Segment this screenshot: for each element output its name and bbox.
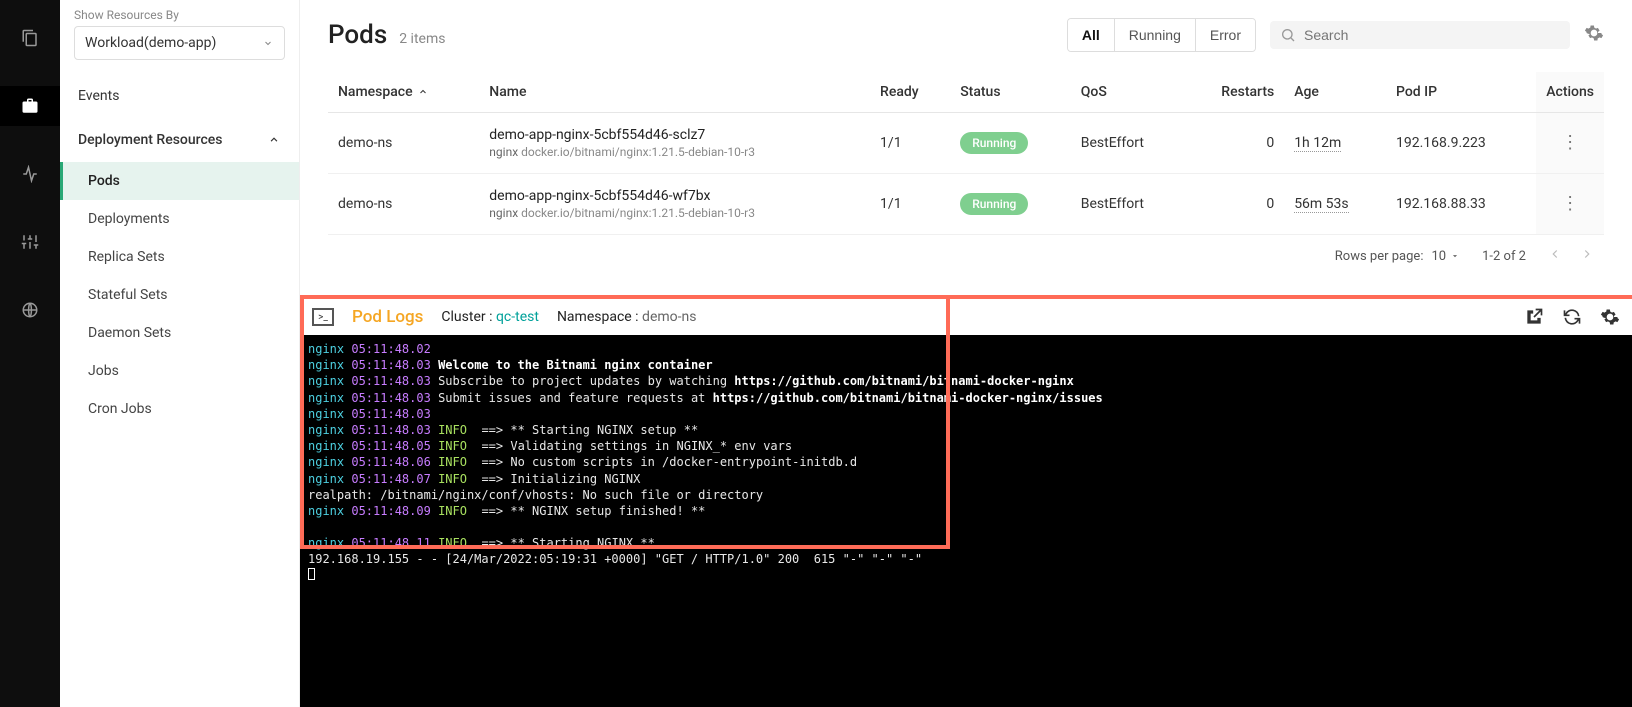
table-row[interactable]: demo-nsdemo-app-nginx-5cbf554d46-wf7bxng…: [328, 174, 1604, 235]
sidebar-item-replica-sets[interactable]: Replica Sets: [60, 238, 299, 276]
workload-select[interactable]: Workload(demo-app): [74, 26, 285, 60]
status-filter-group: AllRunningError: [1067, 18, 1256, 52]
search-icon: [1280, 27, 1296, 43]
col-podip[interactable]: Pod IP: [1386, 72, 1536, 113]
sidebar-item-events[interactable]: Events: [60, 74, 299, 118]
log-panel: >_ Pod Logs Cluster : qc-test Namespace …: [300, 295, 1632, 707]
nav-copy-icon[interactable]: [0, 18, 60, 58]
page-prev[interactable]: [1548, 247, 1562, 265]
sidebar-item-cron-jobs[interactable]: Cron Jobs: [60, 390, 299, 428]
page-range: 1-2 of 2: [1482, 249, 1526, 264]
table-footer: Rows per page: 10 1-2 of 2: [328, 235, 1604, 277]
cell-age: 56m 53s: [1284, 174, 1386, 235]
sidebar: Show Resources By Workload(demo-app) Eve…: [60, 0, 300, 707]
col-restarts[interactable]: Restarts: [1185, 72, 1285, 113]
refresh-icon[interactable]: [1562, 307, 1582, 327]
page-next[interactable]: [1580, 247, 1594, 265]
search-box[interactable]: [1270, 21, 1570, 49]
row-actions[interactable]: ⋮: [1536, 174, 1604, 235]
col-ready[interactable]: Ready: [870, 72, 950, 113]
cell-name: demo-app-nginx-5cbf554d46-wf7bxnginx doc…: [479, 174, 870, 235]
col-name[interactable]: Name: [479, 72, 870, 113]
kebab-icon: ⋮: [1561, 193, 1579, 214]
cell-qos: BestEffort: [1071, 174, 1185, 235]
log-output[interactable]: nginx 05:11:48.02 nginx 05:11:48.03 Welc…: [300, 335, 1632, 707]
rpp-select[interactable]: 10: [1431, 249, 1460, 264]
col-actions: Actions: [1536, 72, 1604, 113]
cell-restarts: 0: [1185, 174, 1285, 235]
namespace-label: Namespace :: [557, 309, 639, 325]
cell-age: 1h 12m: [1284, 113, 1386, 174]
chevron-down-icon: [262, 37, 274, 49]
table-row[interactable]: demo-nsdemo-app-nginx-5cbf554d46-sclz7ng…: [328, 113, 1604, 174]
filter-error[interactable]: Error: [1195, 19, 1255, 51]
cell-status: Running: [950, 113, 1071, 174]
cell-ready: 1/1: [870, 174, 950, 235]
sidebar-item-stateful-sets[interactable]: Stateful Sets: [60, 276, 299, 314]
log-header: >_ Pod Logs Cluster : qc-test Namespace …: [300, 299, 1632, 335]
cell-podip: 192.168.88.33: [1386, 174, 1536, 235]
cell-status: Running: [950, 174, 1071, 235]
open-external-icon[interactable]: [1524, 307, 1544, 327]
gear-icon: [1584, 23, 1604, 43]
rpp-label: Rows per page:: [1335, 249, 1424, 264]
filter-label: Show Resources By: [60, 8, 299, 26]
log-title: Pod Logs: [352, 307, 423, 327]
col-age[interactable]: Age: [1284, 72, 1386, 113]
sidebar-item-jobs[interactable]: Jobs: [60, 352, 299, 390]
cell-qos: BestEffort: [1071, 113, 1185, 174]
sort-asc-icon: [417, 86, 429, 98]
chevron-up-icon: [267, 133, 281, 147]
pods-table: Namespace Name Ready Status QoS Restarts…: [328, 72, 1604, 235]
cluster-link[interactable]: qc-test: [496, 309, 539, 325]
cell-ready: 1/1: [870, 113, 950, 174]
kebab-icon: ⋮: [1561, 132, 1579, 153]
row-actions[interactable]: ⋮: [1536, 113, 1604, 174]
cell-namespace: demo-ns: [328, 174, 479, 235]
nav-sliders-icon[interactable]: [0, 222, 60, 262]
nav-workloads-icon[interactable]: [0, 86, 60, 126]
cell-name: demo-app-nginx-5cbf554d46-sclz7nginx doc…: [479, 113, 870, 174]
cell-podip: 192.168.9.223: [1386, 113, 1536, 174]
page-title: Pods: [328, 20, 387, 50]
search-input[interactable]: [1304, 27, 1560, 43]
col-namespace[interactable]: Namespace: [328, 72, 479, 113]
cluster-label: Cluster :: [441, 309, 492, 325]
col-status[interactable]: Status: [950, 72, 1071, 113]
icon-rail: [0, 0, 60, 707]
filter-running[interactable]: Running: [1114, 19, 1195, 51]
terminal-icon: >_: [312, 308, 334, 326]
caret-down-icon: [1450, 251, 1460, 261]
col-qos[interactable]: QoS: [1071, 72, 1185, 113]
nav-globe-icon[interactable]: [0, 290, 60, 330]
sidebar-item-pods[interactable]: Pods: [60, 162, 299, 200]
log-settings-icon[interactable]: [1600, 307, 1620, 327]
table-settings-button[interactable]: [1584, 23, 1604, 47]
cell-restarts: 0: [1185, 113, 1285, 174]
filter-all[interactable]: All: [1068, 19, 1114, 51]
cell-namespace: demo-ns: [328, 113, 479, 174]
main: Pods 2 items AllRunningError: [300, 0, 1632, 707]
sidebar-item-daemon-sets[interactable]: Daemon Sets: [60, 314, 299, 352]
nav-activity-icon[interactable]: [0, 154, 60, 194]
sidebar-item-deployments[interactable]: Deployments: [60, 200, 299, 238]
namespace-value: demo-ns: [642, 309, 696, 325]
sidebar-group-label: Deployment Resources: [78, 132, 222, 148]
item-count: 2 items: [399, 31, 445, 47]
sidebar-group-deployment-resources[interactable]: Deployment Resources: [60, 118, 299, 162]
workload-select-value: Workload(demo-app): [85, 35, 216, 51]
